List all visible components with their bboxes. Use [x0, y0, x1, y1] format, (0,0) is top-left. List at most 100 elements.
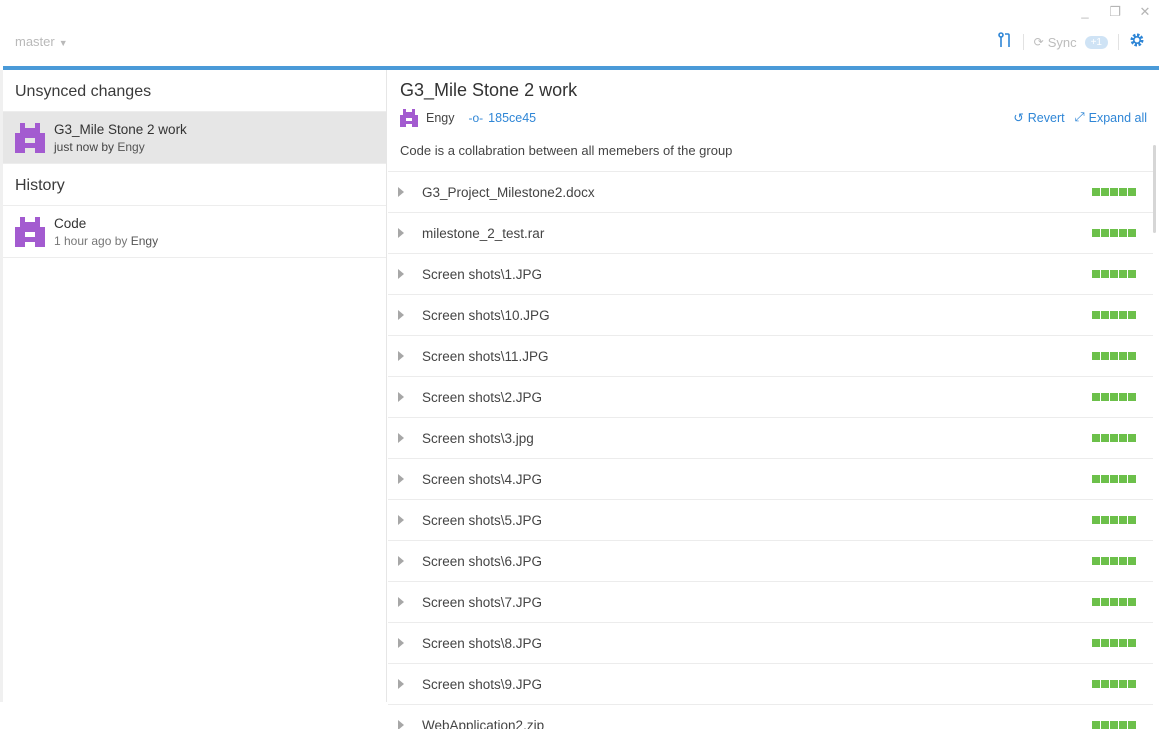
file-row[interactable]: Screen shots\3.jpg	[388, 418, 1153, 459]
scrollbar[interactable]	[1153, 145, 1156, 233]
diff-block	[1110, 680, 1118, 688]
diff-block	[1110, 557, 1118, 565]
diff-block	[1092, 393, 1100, 401]
commit-message: Code	[54, 215, 87, 231]
file-row[interactable]: Screen shots\6.JPG	[388, 541, 1153, 582]
diff-block	[1101, 598, 1109, 606]
diff-block	[1092, 188, 1100, 196]
diff-block	[1101, 557, 1109, 565]
expand-triangle-icon[interactable]	[398, 310, 404, 320]
file-row[interactable]: Screen shots\7.JPG	[388, 582, 1153, 623]
file-name: milestone_2_test.rar	[422, 225, 545, 241]
diff-stat-bar	[1092, 229, 1136, 237]
expand-triangle-icon[interactable]	[398, 556, 404, 566]
diff-block	[1119, 393, 1127, 401]
file-row[interactable]: Screen shots\10.JPG	[388, 295, 1153, 336]
commit-item-history[interactable]: Code 1 hour ago by Engy	[3, 206, 386, 258]
diff-block	[1128, 229, 1136, 237]
diff-block	[1092, 516, 1100, 524]
diff-block	[1128, 393, 1136, 401]
revert-button[interactable]: ↺ Revert	[1013, 110, 1065, 126]
sync-button[interactable]: ⟳ Sync +1	[1034, 35, 1108, 50]
toolbar: master ▼ ⟳ Sync +1	[0, 28, 1159, 66]
changed-files-list: G3_Project_Milestone2.docx milestone_2_te…	[388, 171, 1153, 729]
diff-stat-bar	[1092, 639, 1136, 647]
commit-icon: -o-	[468, 111, 484, 125]
file-row[interactable]: Screen shots\1.JPG	[388, 254, 1153, 295]
diff-block	[1128, 311, 1136, 319]
file-row[interactable]: milestone_2_test.rar	[388, 213, 1153, 254]
diff-block	[1110, 639, 1118, 647]
diff-block	[1092, 434, 1100, 442]
diff-block	[1092, 229, 1100, 237]
commit-time: 1 hour ago by	[54, 233, 128, 248]
avatar	[15, 216, 45, 247]
commit-sha-link[interactable]: 185ce45	[488, 111, 536, 125]
diff-block	[1110, 598, 1118, 606]
file-row[interactable]: Screen shots\8.JPG	[388, 623, 1153, 664]
commit-author: Engy	[426, 111, 455, 125]
diff-stat-bar	[1092, 680, 1136, 688]
minimize-button[interactable]: _	[1079, 4, 1091, 20]
diff-block	[1128, 680, 1136, 688]
diff-stat-bar	[1092, 311, 1136, 319]
expand-triangle-icon[interactable]	[398, 228, 404, 238]
pull-request-icon[interactable]	[997, 32, 1013, 52]
diff-block	[1101, 188, 1109, 196]
expand-triangle-icon[interactable]	[398, 269, 404, 279]
commit-item-unsynced[interactable]: G3_Mile Stone 2 work just now by Engy	[3, 112, 386, 164]
diff-block	[1119, 270, 1127, 278]
file-name: G3_Project_Milestone2.docx	[422, 184, 595, 200]
sync-label: Sync	[1047, 34, 1077, 50]
expand-triangle-icon[interactable]	[398, 679, 404, 689]
file-row[interactable]: Screen shots\4.JPG	[388, 459, 1153, 500]
diff-stat-bar	[1092, 598, 1136, 606]
diff-block	[1119, 434, 1127, 442]
avatar	[400, 109, 418, 127]
expand-triangle-icon[interactable]	[398, 638, 404, 648]
file-name: Screen shots\1.JPG	[422, 266, 543, 282]
diff-stat-bar	[1092, 557, 1136, 565]
file-row[interactable]: Screen shots\9.JPG	[388, 664, 1153, 705]
expand-triangle-icon[interactable]	[398, 187, 404, 197]
expand-triangle-icon[interactable]	[398, 351, 404, 361]
diff-block	[1092, 721, 1100, 729]
expand-triangle-icon[interactable]	[398, 597, 404, 607]
expand-triangle-icon[interactable]	[398, 720, 404, 729]
sync-icon: ⟳	[1033, 35, 1044, 49]
diff-block	[1101, 516, 1109, 524]
file-row[interactable]: Screen shots\5.JPG	[388, 500, 1153, 541]
diff-block	[1119, 229, 1127, 237]
commit-description: Code is a collabration between all memeb…	[400, 143, 733, 158]
file-name: Screen shots\11.JPG	[422, 348, 549, 364]
diff-stat-bar	[1092, 352, 1136, 360]
expand-icon: ⤢	[1074, 110, 1085, 124]
diff-block	[1119, 680, 1127, 688]
file-row[interactable]: Screen shots\2.JPG	[388, 377, 1153, 418]
branch-selector[interactable]: master ▼	[15, 34, 68, 49]
file-row[interactable]: G3_Project_Milestone2.docx	[388, 172, 1153, 213]
window-controls: _ ❐ ✕	[1079, 4, 1151, 20]
restore-button[interactable]: ❐	[1109, 4, 1121, 20]
footer-blank	[0, 702, 388, 729]
diff-block	[1110, 434, 1118, 442]
diff-block	[1110, 270, 1118, 278]
revert-label: Revert	[1027, 110, 1065, 125]
expand-triangle-icon[interactable]	[398, 433, 404, 443]
file-row[interactable]: WebApplication2.zip	[388, 705, 1153, 729]
file-name: Screen shots\5.JPG	[422, 512, 543, 528]
gear-icon[interactable]	[1129, 32, 1145, 52]
close-button[interactable]: ✕	[1139, 4, 1151, 20]
diff-stat-bar	[1092, 516, 1136, 524]
expand-triangle-icon[interactable]	[398, 515, 404, 525]
diff-block	[1101, 311, 1109, 319]
expand-triangle-icon[interactable]	[398, 392, 404, 402]
file-row[interactable]: Screen shots\11.JPG	[388, 336, 1153, 377]
expand-triangle-icon[interactable]	[398, 474, 404, 484]
diff-block	[1119, 475, 1127, 483]
diff-stat-bar	[1092, 188, 1136, 196]
undo-icon: ↺	[1013, 111, 1024, 125]
expand-all-button[interactable]: ⤢ Expand all	[1075, 110, 1147, 125]
diff-block	[1119, 639, 1127, 647]
divider	[1118, 34, 1119, 50]
